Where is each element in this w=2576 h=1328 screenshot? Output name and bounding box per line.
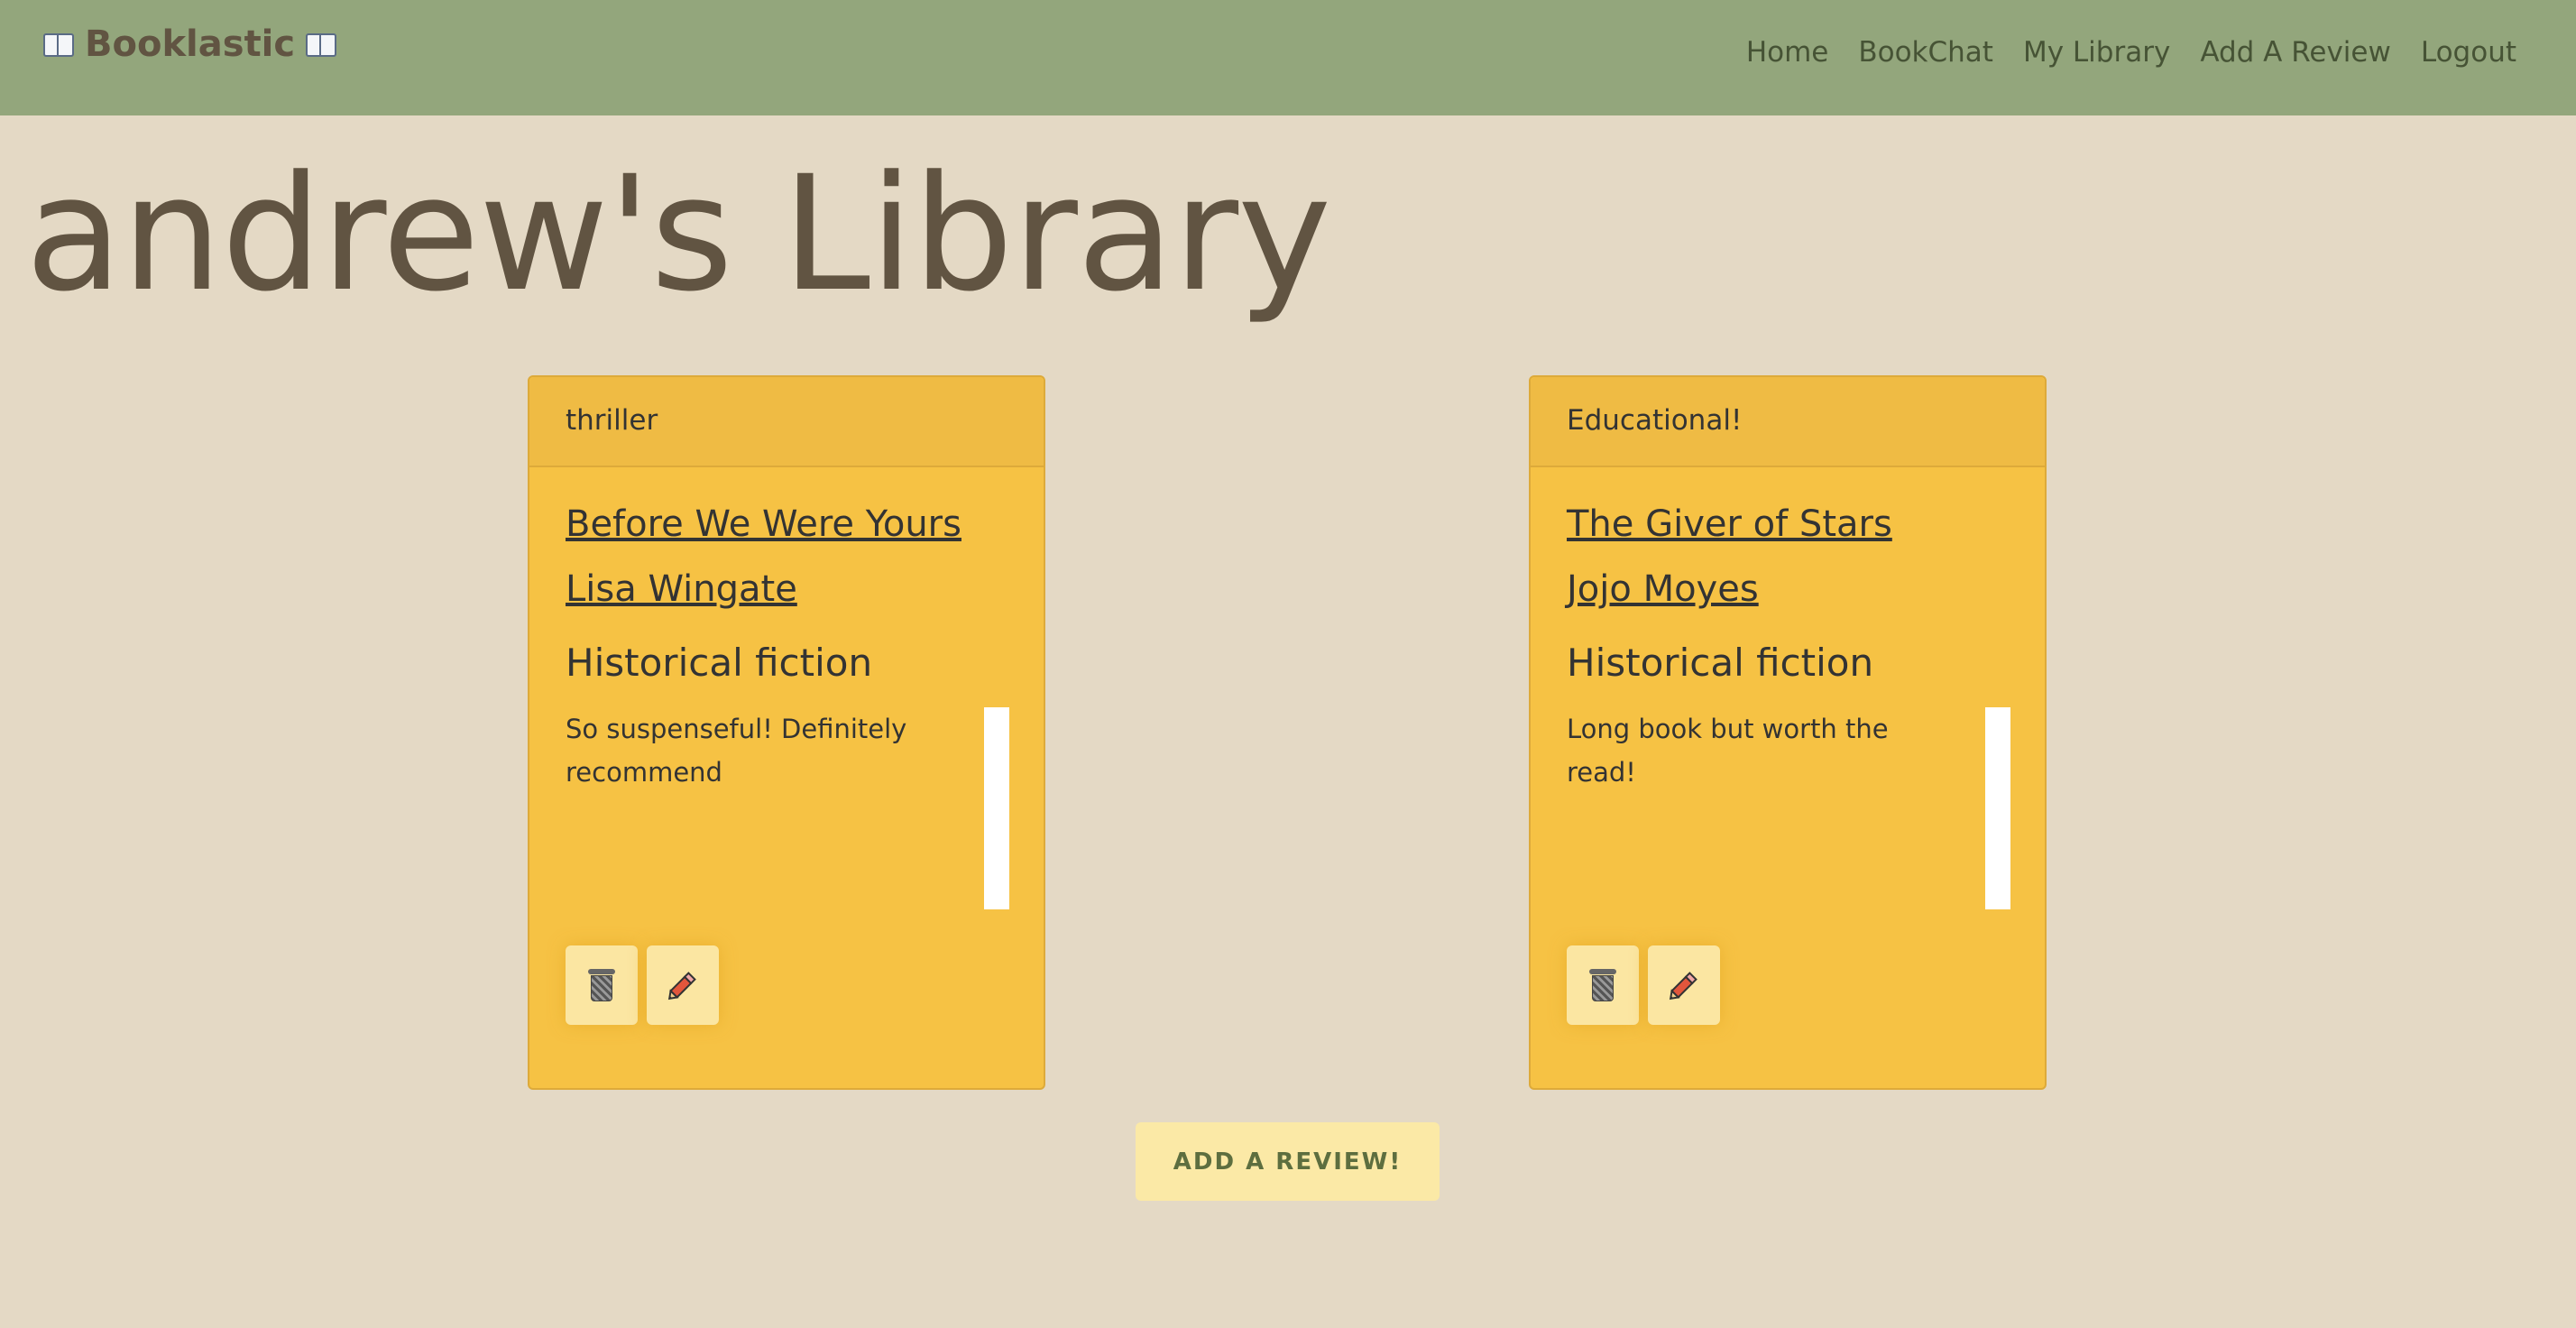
pencil-icon [1669,972,1697,1001]
pencil-icon [667,972,696,1001]
book-title-link[interactable]: Before We Were Yours [566,503,961,545]
nav-link-bookchat[interactable]: BookChat [1858,36,1993,69]
brand[interactable]: Booklastic [43,23,337,65]
nav-link-logout[interactable]: Logout [2421,36,2516,69]
trash-icon [1589,969,1616,1001]
review-text: Long book but worth the read! [1567,714,1889,788]
review-scrollbar[interactable] [984,707,1009,909]
open-book-icon [43,32,74,57]
card-header: Educational! [1531,377,2045,467]
open-book-icon [306,32,337,57]
nav-link-home[interactable]: Home [1746,36,1829,69]
nav-link-my-library[interactable]: My Library [2023,36,2170,69]
review-card: thriller Before We Were Yours Lisa Winga… [528,375,1045,1090]
book-title-link[interactable]: The Giver of Stars [1567,503,1892,545]
book-genre: Historical fiction [566,641,873,685]
edit-button[interactable] [1648,945,1720,1025]
book-author-link[interactable]: Jojo Moyes [1567,568,1759,610]
brand-label: Booklastic [85,23,296,65]
book-author-link[interactable]: Lisa Wingate [566,568,797,610]
review-scrollbar[interactable] [1985,707,2010,909]
delete-button[interactable] [1567,945,1639,1025]
nav-link-add-a-review[interactable]: Add A Review [2200,36,2391,69]
book-genre: Historical fiction [1567,641,1874,685]
navbar: Booklastic Home BookChat My Library Add … [0,0,2576,115]
delete-button[interactable] [566,945,638,1025]
card-header: thriller [529,377,1044,467]
add-review-button[interactable]: ADD A REVIEW! [1136,1122,1440,1201]
review-text: So suspenseful! Definitely recommend [566,714,907,788]
trash-icon [588,969,615,1001]
page-title: andrew's Library [25,142,1331,327]
edit-button[interactable] [647,945,719,1025]
nav-links: Home BookChat My Library Add A Review Lo… [1746,36,2516,69]
review-card: Educational! The Giver of Stars Jojo Moy… [1529,375,2047,1090]
